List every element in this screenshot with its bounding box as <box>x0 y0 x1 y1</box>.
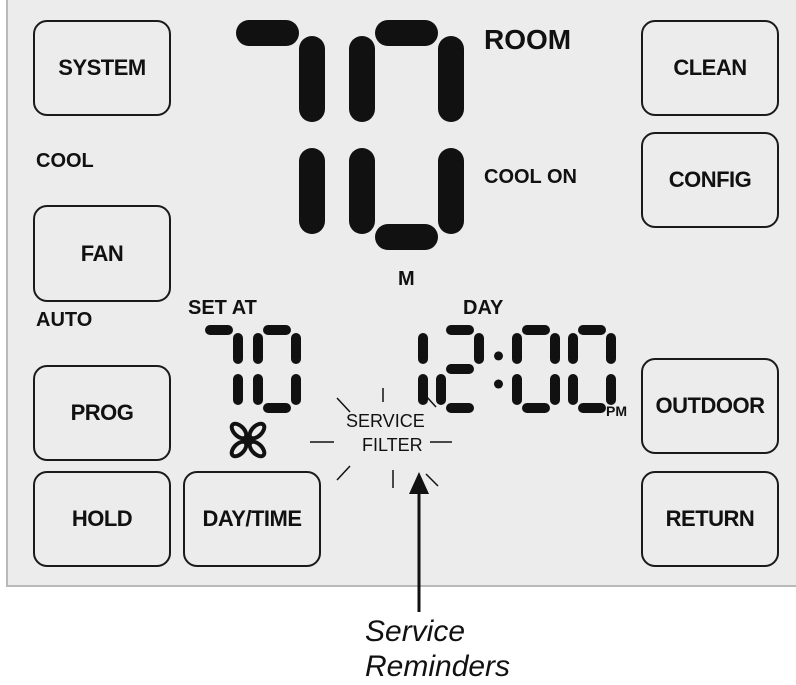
segment-f <box>568 333 578 364</box>
service-flash-rays <box>310 388 452 488</box>
segment-d <box>375 224 438 250</box>
segment-c <box>291 374 301 405</box>
segment-f <box>253 333 263 364</box>
arrow-up-icon <box>409 472 429 612</box>
segment-d <box>522 403 550 413</box>
segment-e <box>512 374 522 405</box>
segment-a <box>205 325 233 335</box>
clock-display <box>418 325 616 413</box>
segment-b <box>291 333 301 364</box>
segment-c <box>299 148 325 234</box>
segment-b <box>299 36 325 122</box>
caption-line-1: Service <box>365 615 466 648</box>
segment-a <box>263 325 291 335</box>
segment-c <box>233 374 243 405</box>
segment-f <box>349 36 375 122</box>
segment-c <box>418 374 428 405</box>
segment-f <box>512 333 522 364</box>
segment-b <box>438 36 464 122</box>
segment-b <box>606 333 616 364</box>
segment-c <box>438 148 464 234</box>
segment-c <box>606 374 616 405</box>
segment-b <box>474 333 484 364</box>
segment-e <box>253 374 263 405</box>
setpoint-display <box>205 325 301 413</box>
room-temperature-display <box>236 20 464 250</box>
segment-display-layer <box>205 20 616 612</box>
segment-a <box>522 325 550 335</box>
segment-a <box>375 20 438 46</box>
colon-dot <box>494 351 503 361</box>
segment-a <box>578 325 606 335</box>
segment-d <box>446 403 474 413</box>
segment-b <box>418 333 428 364</box>
fan-icon <box>229 421 267 459</box>
segment-b <box>550 333 560 364</box>
segment-d <box>578 403 606 413</box>
segment-e <box>349 148 375 234</box>
segment-d <box>263 403 291 413</box>
segment-b <box>233 333 243 364</box>
segment-e <box>436 374 446 405</box>
caption-line-2: Reminders <box>365 650 511 683</box>
colon-dot <box>494 379 503 389</box>
segment-c <box>550 374 560 405</box>
segment-g <box>446 364 474 374</box>
segment-e <box>568 374 578 405</box>
segment-a <box>236 20 299 46</box>
segment-a <box>446 325 474 335</box>
